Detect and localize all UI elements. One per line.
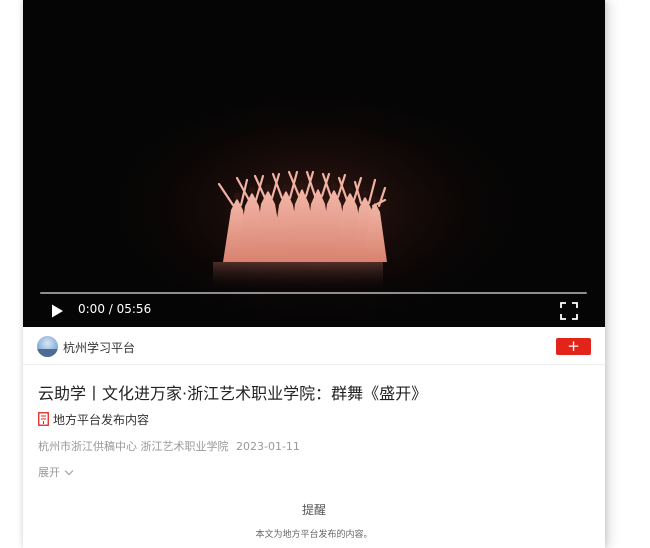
play-icon: [52, 304, 63, 318]
publisher-bar: 杭州学习平台 +: [23, 327, 605, 365]
play-button[interactable]: [49, 303, 65, 319]
expand-toggle[interactable]: 展开: [38, 464, 74, 480]
video-progress-bar[interactable]: [40, 292, 587, 294]
video-player[interactable]: 0:00 / 05:56: [23, 0, 605, 327]
fullscreen-button[interactable]: [560, 302, 578, 320]
expand-label: 展开: [38, 466, 60, 479]
video-frame: [23, 0, 605, 327]
fullscreen-icon: [560, 302, 578, 320]
source-label: 地方平台发布内容: [53, 413, 150, 427]
meta-source: 杭州市浙江供稿中心 浙江艺术职业学院: [38, 440, 229, 453]
page: 0:00 / 05:56 杭州学习平台 + 云助学丨文化进万家·浙江艺术职业学院…: [0, 0, 650, 548]
follow-button[interactable]: +: [556, 338, 591, 355]
local-platform-badge-icon: [38, 412, 49, 426]
article-title: 云助学丨文化进万家·浙江艺术职业学院：群舞《盛开》: [38, 384, 428, 403]
notice-title: 提醒: [301, 503, 326, 517]
publisher-name[interactable]: 杭州学习平台: [63, 339, 135, 356]
video-time: 0:00 / 05:56: [78, 302, 152, 316]
notice-text: 本文为地方平台发布的内容。: [255, 530, 373, 540]
article-card: 0:00 / 05:56 杭州学习平台 + 云助学丨文化进万家·浙江艺术职业学院…: [23, 0, 605, 548]
article-meta: 杭州市浙江供稿中心 浙江艺术职业学院 2023-01-11: [38, 438, 300, 454]
publish-date: 2023-01-11: [236, 440, 300, 453]
publisher-avatar[interactable]: [37, 336, 58, 357]
chevron-down-icon: [64, 466, 74, 476]
